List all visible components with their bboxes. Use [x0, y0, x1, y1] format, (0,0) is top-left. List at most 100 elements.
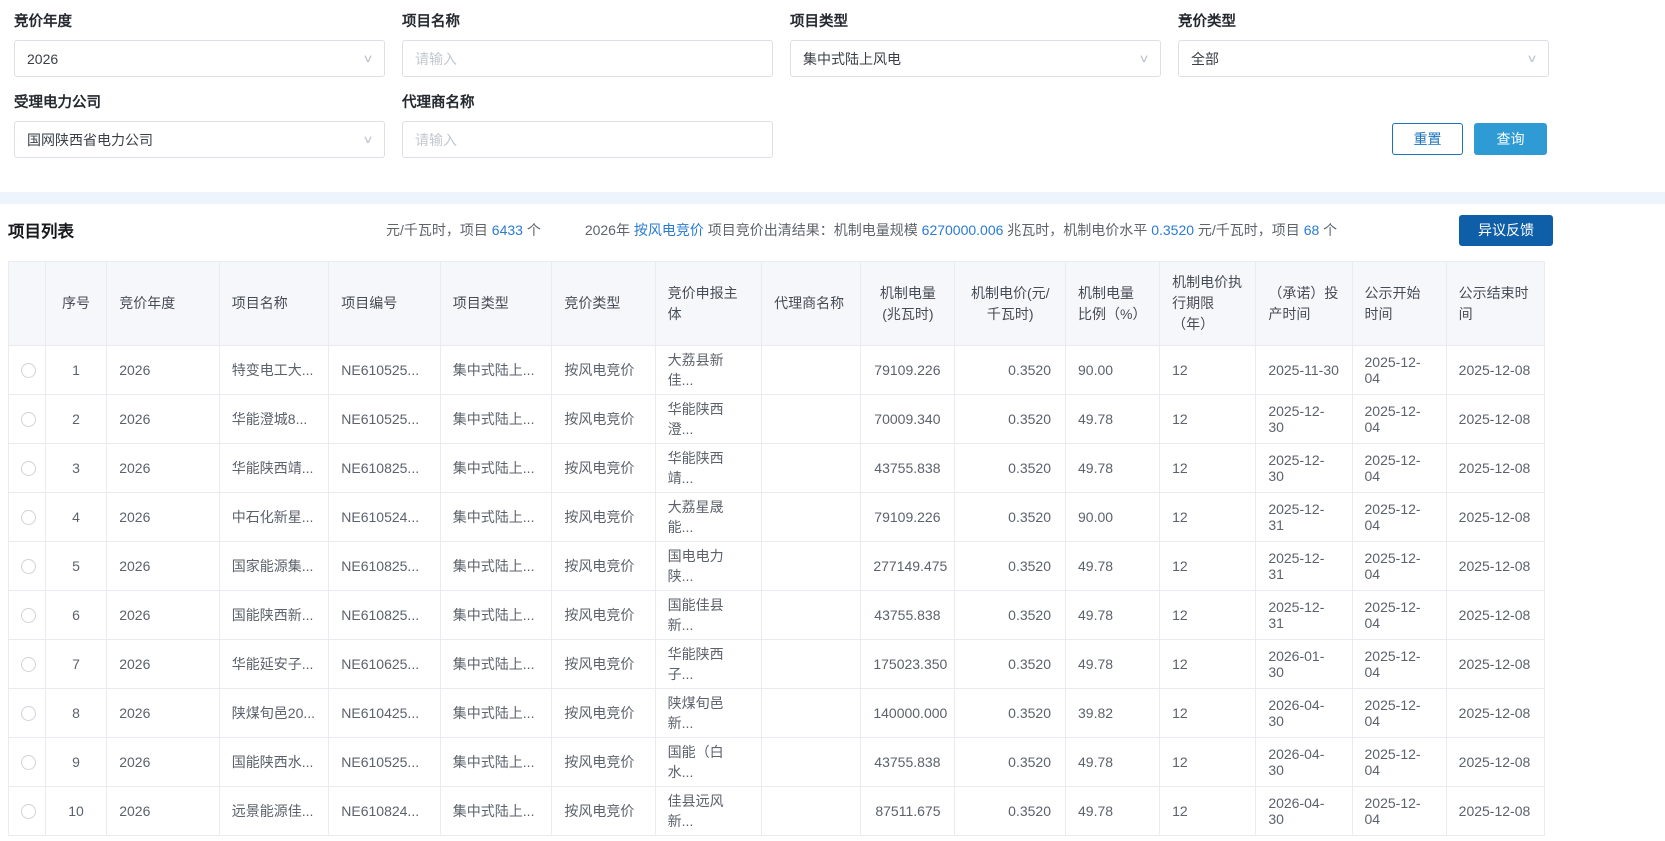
- mechanism-volume-value: 6270000.006: [921, 222, 1004, 238]
- row-select-cell: [8, 541, 46, 591]
- field-bid-year: 竞价年度 2026 ∨: [14, 10, 385, 77]
- table-cell: 12: [1159, 590, 1257, 640]
- table-cell: 佳县远风新...: [654, 786, 763, 836]
- table-cell: [761, 492, 862, 542]
- stats-text: 元/千瓦时，项目: [386, 222, 492, 238]
- table-cell: [761, 786, 862, 836]
- row-select-cell: [8, 443, 46, 493]
- row-select-cell: [8, 737, 46, 787]
- row-radio[interactable]: [21, 706, 36, 722]
- table-cell: 2025-12-08: [1445, 786, 1546, 836]
- table-cell: 按风电竞价: [551, 639, 656, 689]
- dispute-feedback-button[interactable]: 异议反馈: [1459, 214, 1553, 246]
- chevron-down-icon: ∨: [1526, 52, 1538, 65]
- page-title: 项目列表: [8, 223, 74, 241]
- table-row: 4 2026 中石化新星... NE610524... 集中式陆上... 按风电竞价 大荔星…: [8, 492, 1546, 542]
- table-cell: 2025-12-30: [1255, 394, 1353, 444]
- stats-segment: 项目竞价出清结果：机制电量规模: [703, 222, 922, 238]
- table-cell: NE610625...: [328, 639, 441, 689]
- table-cell: 2026: [106, 541, 220, 591]
- table-cell: 集中式陆上...: [439, 737, 553, 787]
- table-cell: 国电电力陕...: [654, 541, 763, 591]
- table-row: 5 2026 国家能源集... NE610825... 集中式陆上... 按风电竞价 国电电…: [8, 541, 1546, 591]
- table-cell: 12: [1159, 737, 1257, 787]
- bid-type-label: 竞价类型: [1178, 14, 1236, 30]
- table-cell: 按风电竞价: [551, 443, 656, 493]
- table-cell: 0.3520: [954, 786, 1066, 836]
- column-header: 机制电价(元/千瓦时): [954, 261, 1066, 346]
- project-table-wrap: 序号 竞价年度 项目名称 项目编号 项目类型 竞价类型 竞价申报主体 代理商名称 机制电量(兆瓦…: [8, 261, 1553, 836]
- table-cell: 12: [1159, 639, 1257, 689]
- power-company-select[interactable]: 国网陕西省电力公司 ∨: [14, 121, 385, 158]
- table-cell: 70009.340: [860, 394, 956, 444]
- table-cell: 2025-12-08: [1445, 394, 1546, 444]
- row-radio[interactable]: [21, 657, 36, 673]
- reset-button[interactable]: 重置: [1392, 123, 1463, 155]
- mechanism-price-value: 0.3520: [1151, 222, 1195, 238]
- query-button[interactable]: 查询: [1474, 123, 1547, 155]
- project-type-select[interactable]: 集中式陆上风电 ∨: [790, 40, 1161, 77]
- project-table: 序号 竞价年度 项目名称 项目编号 项目类型 竞价类型 竞价申报主体 代理商名称 机制电量(兆瓦…: [8, 261, 1546, 836]
- column-header: 机制电量比例（%）: [1064, 261, 1161, 346]
- table-cell: 2026: [106, 345, 220, 395]
- table-cell: [761, 541, 862, 591]
- bid-year-select[interactable]: 2026 ∨: [14, 40, 385, 77]
- column-header: 竞价年度: [106, 261, 220, 346]
- table-cell: 2025-12-31: [1255, 492, 1353, 542]
- row-radio[interactable]: [21, 804, 36, 820]
- table-cell: 0.3520: [954, 345, 1066, 395]
- table-cell: 集中式陆上...: [439, 492, 553, 542]
- table-cell: NE610824...: [328, 786, 441, 836]
- row-radio[interactable]: [21, 412, 36, 428]
- table-cell: [761, 737, 862, 787]
- table-cell: 集中式陆上...: [439, 786, 553, 836]
- row-radio[interactable]: [21, 608, 36, 624]
- table-cell: [761, 688, 862, 738]
- bid-type-select[interactable]: 全部 ∨: [1178, 40, 1549, 77]
- row-select-cell: [8, 786, 46, 836]
- list-header: 项目列表 元/千瓦时，项目 6433 个 2026年 按风电竞价 项目竞价出清结…: [0, 214, 1553, 246]
- agent-name-field: [402, 121, 773, 158]
- project-name-input[interactable]: [415, 50, 760, 67]
- agent-name-input[interactable]: [415, 131, 760, 148]
- table-row: 8 2026 陕煤旬邑20... NE610425... 集中式陆上... 按风电竞价 陕煤…: [8, 688, 1546, 738]
- bid-type-value: 全部: [1191, 50, 1219, 67]
- row-radio[interactable]: [21, 510, 36, 526]
- project-count: 6433: [491, 222, 523, 238]
- table-cell: 按风电竞价: [551, 541, 656, 591]
- stats-segment: 兆瓦时，机制电价水平: [1003, 222, 1152, 238]
- clearing-result-text: 2026年 按风电竞价 项目竞价出清结果：机制电量规模 6270000.006 …: [585, 220, 1337, 240]
- table-cell: 1: [44, 345, 108, 395]
- row-radio[interactable]: [21, 363, 36, 379]
- table-cell: 按风电竞价: [551, 492, 656, 542]
- stats-segment: 个: [1319, 222, 1338, 238]
- wind-bid-link[interactable]: 按风电竞价: [634, 222, 704, 238]
- table-cell: 2026: [106, 737, 220, 787]
- row-radio[interactable]: [21, 461, 36, 477]
- table-cell: 2025-12-04: [1351, 688, 1447, 738]
- agent-name-label: 代理商名称: [402, 95, 475, 111]
- row-radio[interactable]: [21, 755, 36, 771]
- table-cell: 特变电工大...: [218, 345, 330, 395]
- row-select-cell: [8, 590, 46, 640]
- table-row: 1 2026 特变电工大... NE610525... 集中式陆上... 按风电竞价 大荔县…: [8, 345, 1546, 395]
- table-cell: 140000.000: [860, 688, 956, 738]
- column-header: 项目名称: [218, 261, 330, 346]
- row-radio[interactable]: [21, 559, 36, 575]
- table-cell: [761, 443, 862, 493]
- table-cell: 43755.838: [860, 443, 956, 493]
- table-cell: [761, 590, 862, 640]
- table-cell: 2026-04-30: [1255, 786, 1353, 836]
- table-cell: 国能陕西新...: [218, 590, 330, 640]
- table-row: 7 2026 华能延安子... NE610625... 集中式陆上... 按风电竞价 华能陕…: [8, 639, 1546, 689]
- chevron-down-icon: ∨: [362, 133, 374, 146]
- table-cell: 12: [1159, 492, 1257, 542]
- column-header: 竞价申报主体: [654, 261, 763, 346]
- table-cell: 87511.675: [860, 786, 956, 836]
- stats-segment: 元/千瓦时，项目: [1194, 222, 1304, 238]
- chevron-down-icon: ∨: [362, 52, 374, 65]
- table-cell: 0.3520: [954, 737, 1066, 787]
- table-cell: 12: [1159, 786, 1257, 836]
- row-select-cell: [8, 688, 46, 738]
- table-cell: 43755.838: [860, 590, 956, 640]
